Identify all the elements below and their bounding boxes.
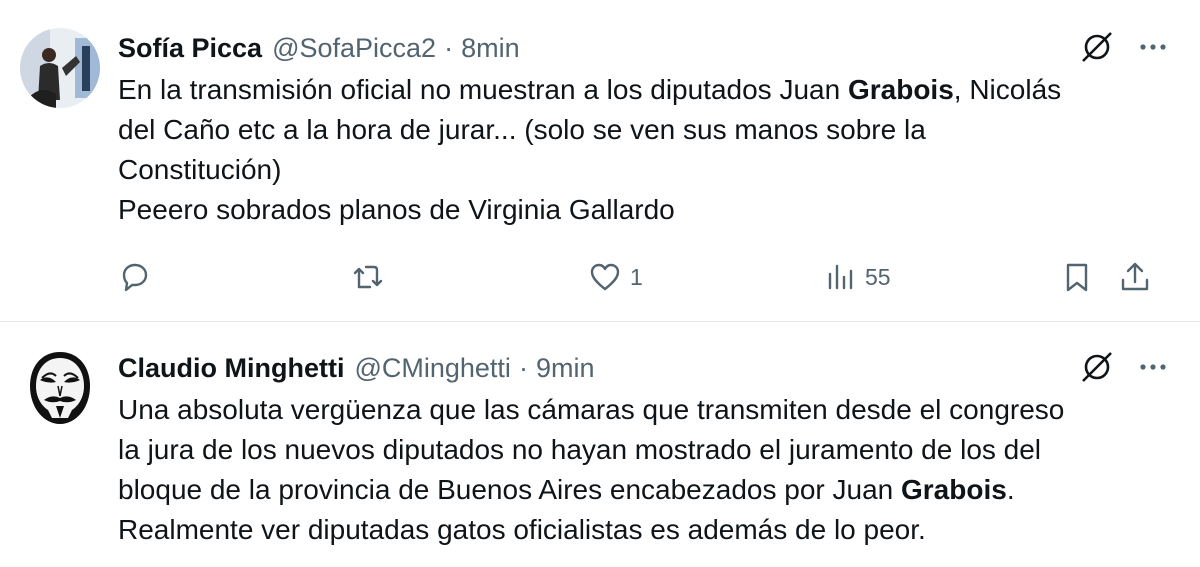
tweet-text: Una absoluta vergüenza que las cámaras q… (118, 390, 1180, 550)
tweet-text-line: En la transmisión oficial no muestran a … (118, 74, 1061, 105)
reply-button[interactable] (118, 260, 152, 294)
avatar[interactable] (20, 28, 100, 108)
tweet-text-line: Realmente ver diputadas gatos oficialist… (118, 514, 926, 545)
text-fragment: . (1006, 474, 1015, 505)
tweet-header-actions (1080, 30, 1170, 64)
tweet-actions: 1 55 (118, 257, 1180, 297)
separator: · (518, 352, 528, 383)
tweet-text-line: bloque de la provincia de Buenos Aires e… (118, 474, 1015, 505)
bookmark-button[interactable] (1060, 260, 1094, 294)
more-icon[interactable] (1136, 350, 1170, 384)
author-name[interactable]: Sofía Picca (118, 33, 262, 64)
tweet-body: Sofía Picca @SofaPicca2 · 8min En la tra… (118, 0, 1180, 321)
author-name[interactable]: Claudio Minghetti (118, 353, 344, 384)
tweet-header: Sofía Picca @SofaPicca2 · 8min (118, 30, 1180, 66)
avatar-column (20, 0, 118, 321)
share-icon (1118, 260, 1152, 294)
timeline-feed: Sofía Picca @SofaPicca2 · 8min En la tra… (0, 0, 1200, 567)
tweet-text-line: del Caño etc a la hora de jurar... (solo… (118, 114, 926, 145)
bold-mention: Grabois (847, 74, 954, 105)
avatar[interactable] (20, 348, 100, 428)
heart-icon (588, 260, 622, 294)
separator: · (444, 32, 454, 63)
bold-mention: Grabois (901, 474, 1007, 505)
retweet-icon (350, 260, 386, 294)
like-count: 1 (630, 263, 643, 290)
tweet[interactable]: Claudio Minghetti @CMinghetti · 9min Una… (0, 322, 1200, 567)
author-handle[interactable]: @CMinghetti (354, 353, 510, 384)
view-count: 55 (865, 263, 891, 290)
timestamp[interactable]: 9min (536, 353, 595, 384)
author-handle[interactable]: @SofaPicca2 (272, 33, 436, 64)
grok-icon[interactable] (1080, 350, 1114, 384)
views-button[interactable]: 55 (823, 260, 891, 294)
like-button[interactable]: 1 (588, 260, 643, 294)
text-fragment: , Nicolás (953, 74, 1062, 105)
share-button[interactable] (1118, 260, 1152, 294)
tweet-text: En la transmisión oficial no muestran a … (118, 70, 1180, 230)
text-fragment: bloque de la provincia de Buenos Aires e… (118, 474, 901, 505)
retweet-button[interactable] (350, 260, 386, 294)
timestamp[interactable]: 8min (461, 33, 520, 64)
reply-icon (118, 260, 152, 294)
grok-icon[interactable] (1080, 30, 1114, 64)
tweet-header: Claudio Minghetti @CMinghetti · 9min (118, 350, 1180, 386)
views-icon (823, 260, 857, 294)
tweet-text-line: la jura de los nuevos diputados no hayan… (118, 434, 1042, 465)
tweet-body: Claudio Minghetti @CMinghetti · 9min Una… (118, 322, 1180, 567)
more-icon[interactable] (1136, 30, 1170, 64)
tweet-text-line: Una absoluta vergüenza que las cámaras q… (118, 394, 1065, 425)
avatar-column (20, 322, 118, 567)
bookmark-icon (1060, 260, 1094, 294)
tweet-header-actions (1080, 350, 1170, 384)
tweet[interactable]: Sofía Picca @SofaPicca2 · 8min En la tra… (0, 0, 1200, 322)
tweet-text-line: Constitución) (118, 154, 282, 185)
text-fragment: En la transmisión oficial no muestran a … (118, 74, 848, 105)
tweet-text-line: Peeero sobrados planos de Virginia Galla… (118, 194, 675, 225)
